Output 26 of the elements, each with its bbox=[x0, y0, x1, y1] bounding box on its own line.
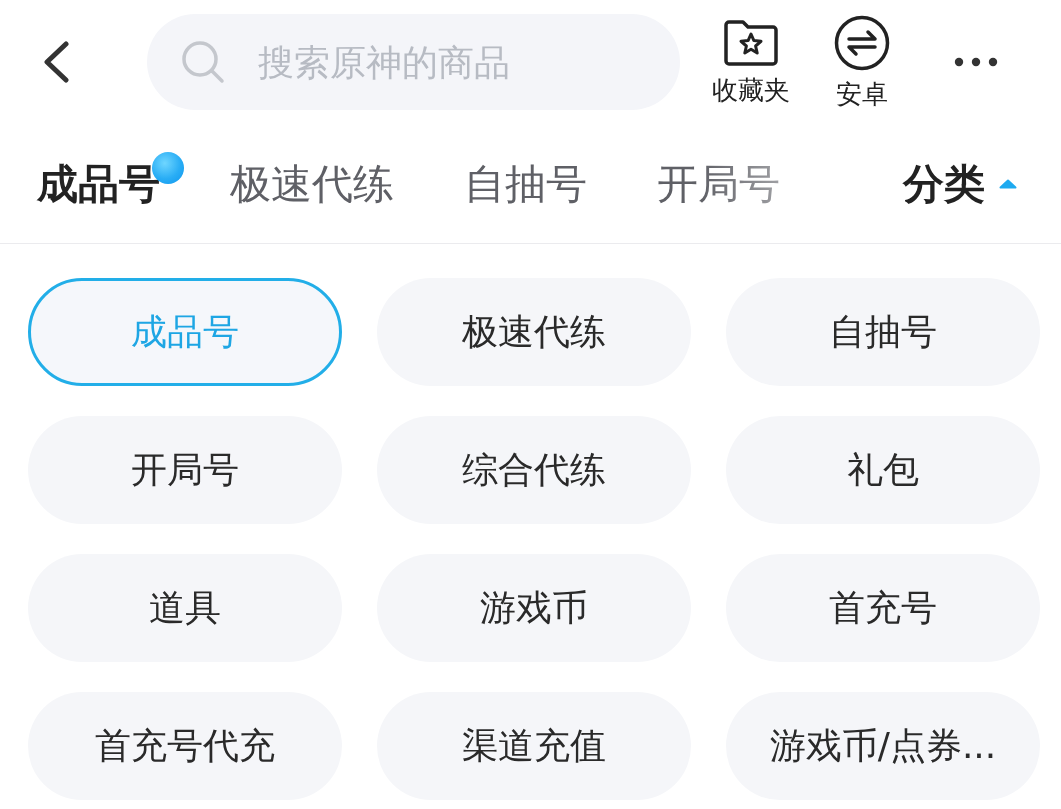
tab[interactable]: 极速代练 bbox=[230, 157, 394, 210]
tab[interactable]: 成品号 bbox=[37, 157, 160, 210]
category-toggle[interactable]: 分类 bbox=[903, 157, 1017, 210]
back-button[interactable] bbox=[42, 41, 70, 83]
android-button[interactable]: 安卓 bbox=[834, 15, 890, 109]
category-option[interactable]: 开局号 bbox=[28, 416, 342, 524]
more-icon bbox=[954, 57, 998, 67]
category-option[interactable]: 首充号代充 bbox=[28, 692, 342, 800]
tab[interactable]: 开局号 bbox=[657, 157, 780, 210]
category-option[interactable]: 首充号 bbox=[726, 554, 1040, 662]
category-option[interactable]: 礼包 bbox=[726, 416, 1040, 524]
folder-star-icon bbox=[723, 19, 779, 67]
category-option[interactable]: 道具 bbox=[28, 554, 342, 662]
more-button[interactable] bbox=[954, 56, 998, 68]
circle-arrows-icon bbox=[834, 15, 890, 71]
category-option[interactable]: 极速代练 bbox=[377, 278, 691, 386]
tab[interactable]: 自抽号 bbox=[464, 157, 587, 210]
category-option[interactable]: 游戏币/点券... bbox=[726, 692, 1040, 800]
category-option[interactable]: 综合代练 bbox=[377, 416, 691, 524]
search-field[interactable]: 搜索原神的商品 bbox=[147, 14, 680, 110]
category-option[interactable]: 渠道充值 bbox=[377, 692, 691, 800]
search-icon bbox=[181, 40, 225, 84]
category-option[interactable]: 游戏币 bbox=[377, 554, 691, 662]
chevron-left-icon bbox=[42, 41, 70, 83]
category-option[interactable]: 自抽号 bbox=[726, 278, 1040, 386]
favorites-button[interactable]: 收藏夹 bbox=[712, 19, 790, 105]
